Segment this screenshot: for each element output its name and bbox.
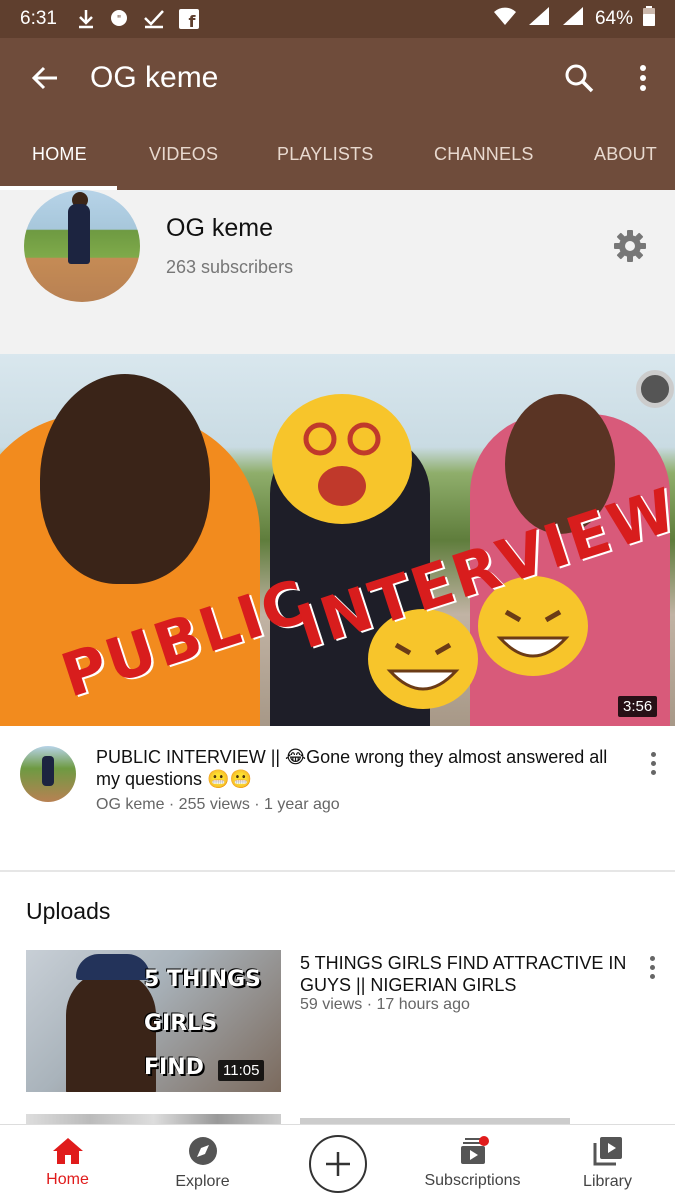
battery-text: 64% [594, 8, 633, 29]
channel-header: OG keme 263 subscribers [0, 190, 675, 354]
featured-video-thumbnail[interactable]: PUBLIC INTERVIEW 3:56 [0, 354, 675, 726]
download-icon [77, 9, 95, 29]
video-title[interactable]: PUBLIC INTERVIEW || 😂Gone wrong they alm… [96, 746, 626, 790]
featured-video-info[interactable]: PUBLIC INTERVIEW || 😂Gone wrong they alm… [0, 726, 675, 872]
back-arrow-icon [31, 66, 57, 90]
signal-icon [527, 6, 551, 32]
create-button[interactable] [309, 1135, 367, 1193]
channel-name: OG keme [166, 214, 273, 242]
check-icon [143, 9, 165, 29]
status-time: 6:31 [20, 8, 57, 29]
facebook-icon: f [178, 9, 199, 29]
upload-meta: 59 views · 17 hours ago [300, 996, 470, 1013]
settings-button[interactable] [612, 228, 648, 269]
gear-icon [614, 230, 646, 262]
subscriptions-icon [460, 1136, 489, 1164]
svg-text:f: f [189, 12, 197, 29]
channel-avatar[interactable] [24, 190, 140, 302]
channel-tabs: HOME VIDEOS PLAYLISTS CHANNELS ABOUT [0, 118, 675, 190]
video-duration: 3:56 [618, 696, 658, 717]
dizzy-emoji-icon [272, 394, 412, 524]
nav-subscriptions[interactable]: Subscriptions [405, 1125, 540, 1201]
cast-indicator-icon[interactable] [636, 370, 674, 408]
svg-text:": " [117, 14, 122, 25]
tab-about[interactable]: ABOUT [594, 118, 657, 190]
upload-title[interactable]: 5 THINGS GIRLS FIND ATTRACTIVE IN GUYS |… [300, 952, 630, 996]
tab-channels[interactable]: CHANNELS [434, 118, 534, 190]
app-bar: OG keme [0, 38, 675, 118]
back-button[interactable] [0, 64, 90, 92]
nav-library[interactable]: Library [540, 1125, 675, 1201]
tab-home[interactable]: HOME [32, 118, 87, 190]
nav-subscriptions-label: Subscriptions [424, 1172, 521, 1189]
more-vert-icon[interactable] [650, 752, 656, 775]
nav-library-label: Library [583, 1173, 632, 1190]
search-button[interactable] [547, 63, 611, 93]
upload-thumbnail[interactable]: 5 THINGS GIRLS FIND ATTRACTIVE IN GUYS 1… [26, 950, 281, 1092]
search-icon [565, 64, 594, 93]
compass-icon [188, 1137, 217, 1165]
hangouts-icon: " [109, 9, 129, 29]
nav-explore[interactable]: Explore [135, 1125, 270, 1201]
channel-avatar-small[interactable] [20, 746, 76, 802]
nav-explore-label: Explore [175, 1173, 230, 1190]
nav-home-label: Home [46, 1171, 89, 1188]
section-divider [0, 870, 675, 872]
create-plus-icon [326, 1152, 350, 1176]
uploads-heading[interactable]: Uploads [26, 898, 110, 925]
subscriber-count: 263 subscribers [166, 257, 294, 277]
more-options-button[interactable] [611, 64, 675, 92]
upload-duration: 11:05 [218, 1060, 265, 1081]
more-vert-icon[interactable] [649, 956, 655, 979]
battery-icon [643, 6, 655, 32]
home-icon [52, 1138, 83, 1164]
more-vert-icon [640, 65, 646, 91]
nav-home[interactable]: Home [0, 1125, 135, 1201]
video-meta: OG keme · 255 views · 1 year ago [96, 796, 340, 813]
wifi-icon [493, 6, 517, 32]
tab-videos[interactable]: VIDEOS [149, 118, 218, 190]
tab-playlists[interactable]: PLAYLISTS [277, 118, 374, 190]
library-icon [593, 1137, 622, 1166]
page-title: OG keme [90, 61, 219, 94]
status-bar: 6:31 " f 64% [0, 0, 675, 38]
signal-icon [561, 6, 585, 32]
